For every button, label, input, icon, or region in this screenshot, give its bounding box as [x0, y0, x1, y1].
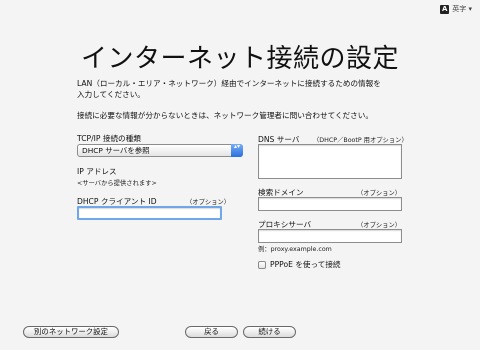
- proxy-server-optional: （オプション）: [357, 222, 402, 229]
- tcpip-type-popup[interactable]: DHCP サーバを参照 ▴▾: [77, 144, 243, 157]
- intro-line-1: LAN（ローカル・エリア・ネットワーク）経由でインターネットに接続するための情報…: [77, 79, 381, 88]
- ip-address-value: <サーバから提供されます>: [77, 180, 157, 187]
- proxy-server-field[interactable]: [258, 229, 402, 243]
- back-button[interactable]: 戻る: [185, 326, 238, 338]
- search-domain-optional: （オプション）: [357, 190, 402, 197]
- other-network-button[interactable]: 別のネットワーク設定: [23, 326, 119, 338]
- ip-address-label: IP アドレス: [77, 167, 117, 176]
- continue-button[interactable]: 続ける: [243, 326, 296, 338]
- search-domain-field[interactable]: [258, 197, 402, 211]
- dns-server-optional: （DHCP／BootP 用オプション）: [313, 137, 408, 144]
- tcpip-label: TCP/IP 接続の種類: [77, 134, 141, 143]
- dns-server-field[interactable]: [258, 144, 402, 179]
- input-source-label: 英字 ▾: [452, 5, 472, 13]
- dhcp-client-id-optional: （オプション）: [186, 199, 231, 206]
- pppoe-option[interactable]: PPPoE を使って接続: [258, 259, 341, 270]
- tcpip-selected-value: DHCP サーバを参照: [82, 146, 150, 155]
- dhcp-client-id-field[interactable]: [77, 206, 222, 220]
- input-source-icon: A: [440, 4, 450, 14]
- intro-line-3: 接続に必要な情報が分からないときは、ネットワーク管理者に問い合わせてください。: [77, 111, 373, 120]
- input-menu[interactable]: A 英字 ▾: [440, 4, 472, 14]
- proxy-example: 例：proxy.example.com: [258, 246, 332, 253]
- pppoe-checkbox[interactable]: [258, 260, 266, 269]
- popup-arrows-icon: ▴▾: [231, 144, 243, 157]
- pppoe-label: PPPoE を使って接続: [270, 260, 341, 269]
- intro-line-2: 入力してください。: [77, 90, 145, 99]
- page-title: インターネット接続の設定: [80, 44, 399, 74]
